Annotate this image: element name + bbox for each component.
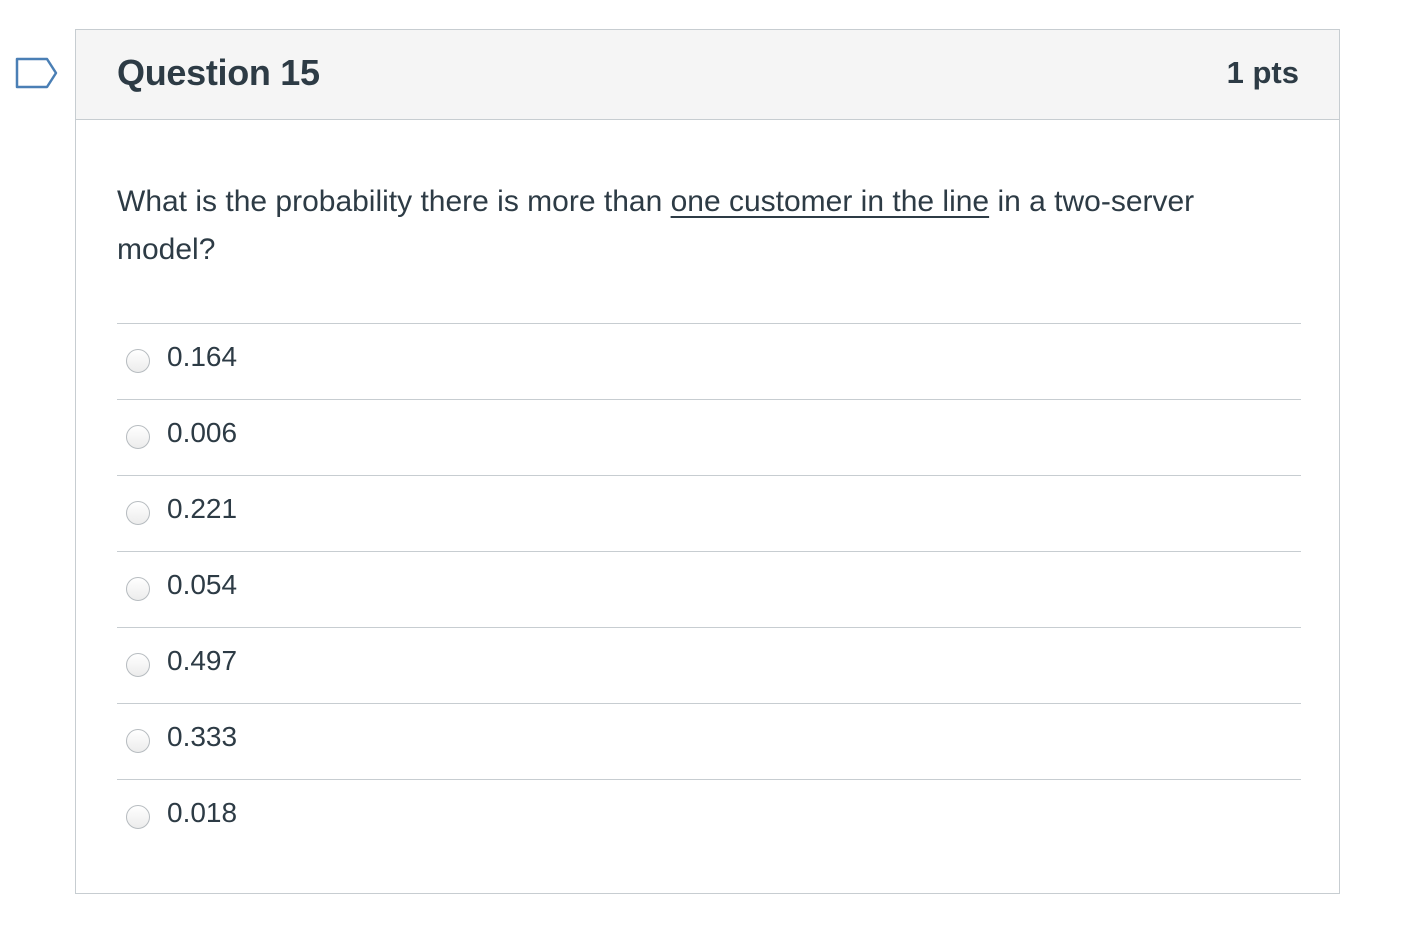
answer-label[interactable]: 0.497	[167, 645, 237, 677]
answer-option[interactable]: 0.018	[117, 779, 1301, 855]
radio-button[interactable]	[126, 805, 150, 829]
radio-button[interactable]	[126, 653, 150, 677]
answer-option[interactable]: 0.221	[117, 475, 1301, 551]
answer-label[interactable]: 0.054	[167, 569, 237, 601]
answer-option[interactable]: 0.164	[117, 323, 1301, 399]
question-card: Question 15 1 pts What is the probabilit…	[75, 29, 1340, 894]
answer-label[interactable]: 0.164	[167, 341, 237, 373]
radio-button[interactable]	[126, 349, 150, 373]
answer-label[interactable]: 0.018	[167, 797, 237, 829]
radio-button[interactable]	[126, 729, 150, 753]
question-header: Question 15 1 pts	[76, 30, 1339, 120]
answer-list: 0.164 0.006 0.221 0.054 0.497 0.333 0.01…	[117, 323, 1301, 855]
answer-option[interactable]: 0.497	[117, 627, 1301, 703]
bookmark-flag-icon[interactable]	[14, 56, 60, 90]
radio-button[interactable]	[126, 577, 150, 601]
answer-option[interactable]: 0.006	[117, 399, 1301, 475]
answer-option[interactable]: 0.333	[117, 703, 1301, 779]
answer-label[interactable]: 0.333	[167, 721, 237, 753]
answer-label[interactable]: 0.221	[167, 493, 237, 525]
answer-label[interactable]: 0.006	[167, 417, 237, 449]
radio-button[interactable]	[126, 501, 150, 525]
question-points: 1 pts	[1226, 55, 1299, 90]
question-title: Question 15	[117, 52, 320, 93]
question-text-before: What is the probability there is more th…	[117, 185, 671, 218]
question-text-underlined: one customer in the line	[670, 185, 990, 218]
question-text: What is the probability there is more th…	[117, 178, 1297, 274]
answer-option[interactable]: 0.054	[117, 551, 1301, 627]
radio-button[interactable]	[126, 425, 150, 449]
